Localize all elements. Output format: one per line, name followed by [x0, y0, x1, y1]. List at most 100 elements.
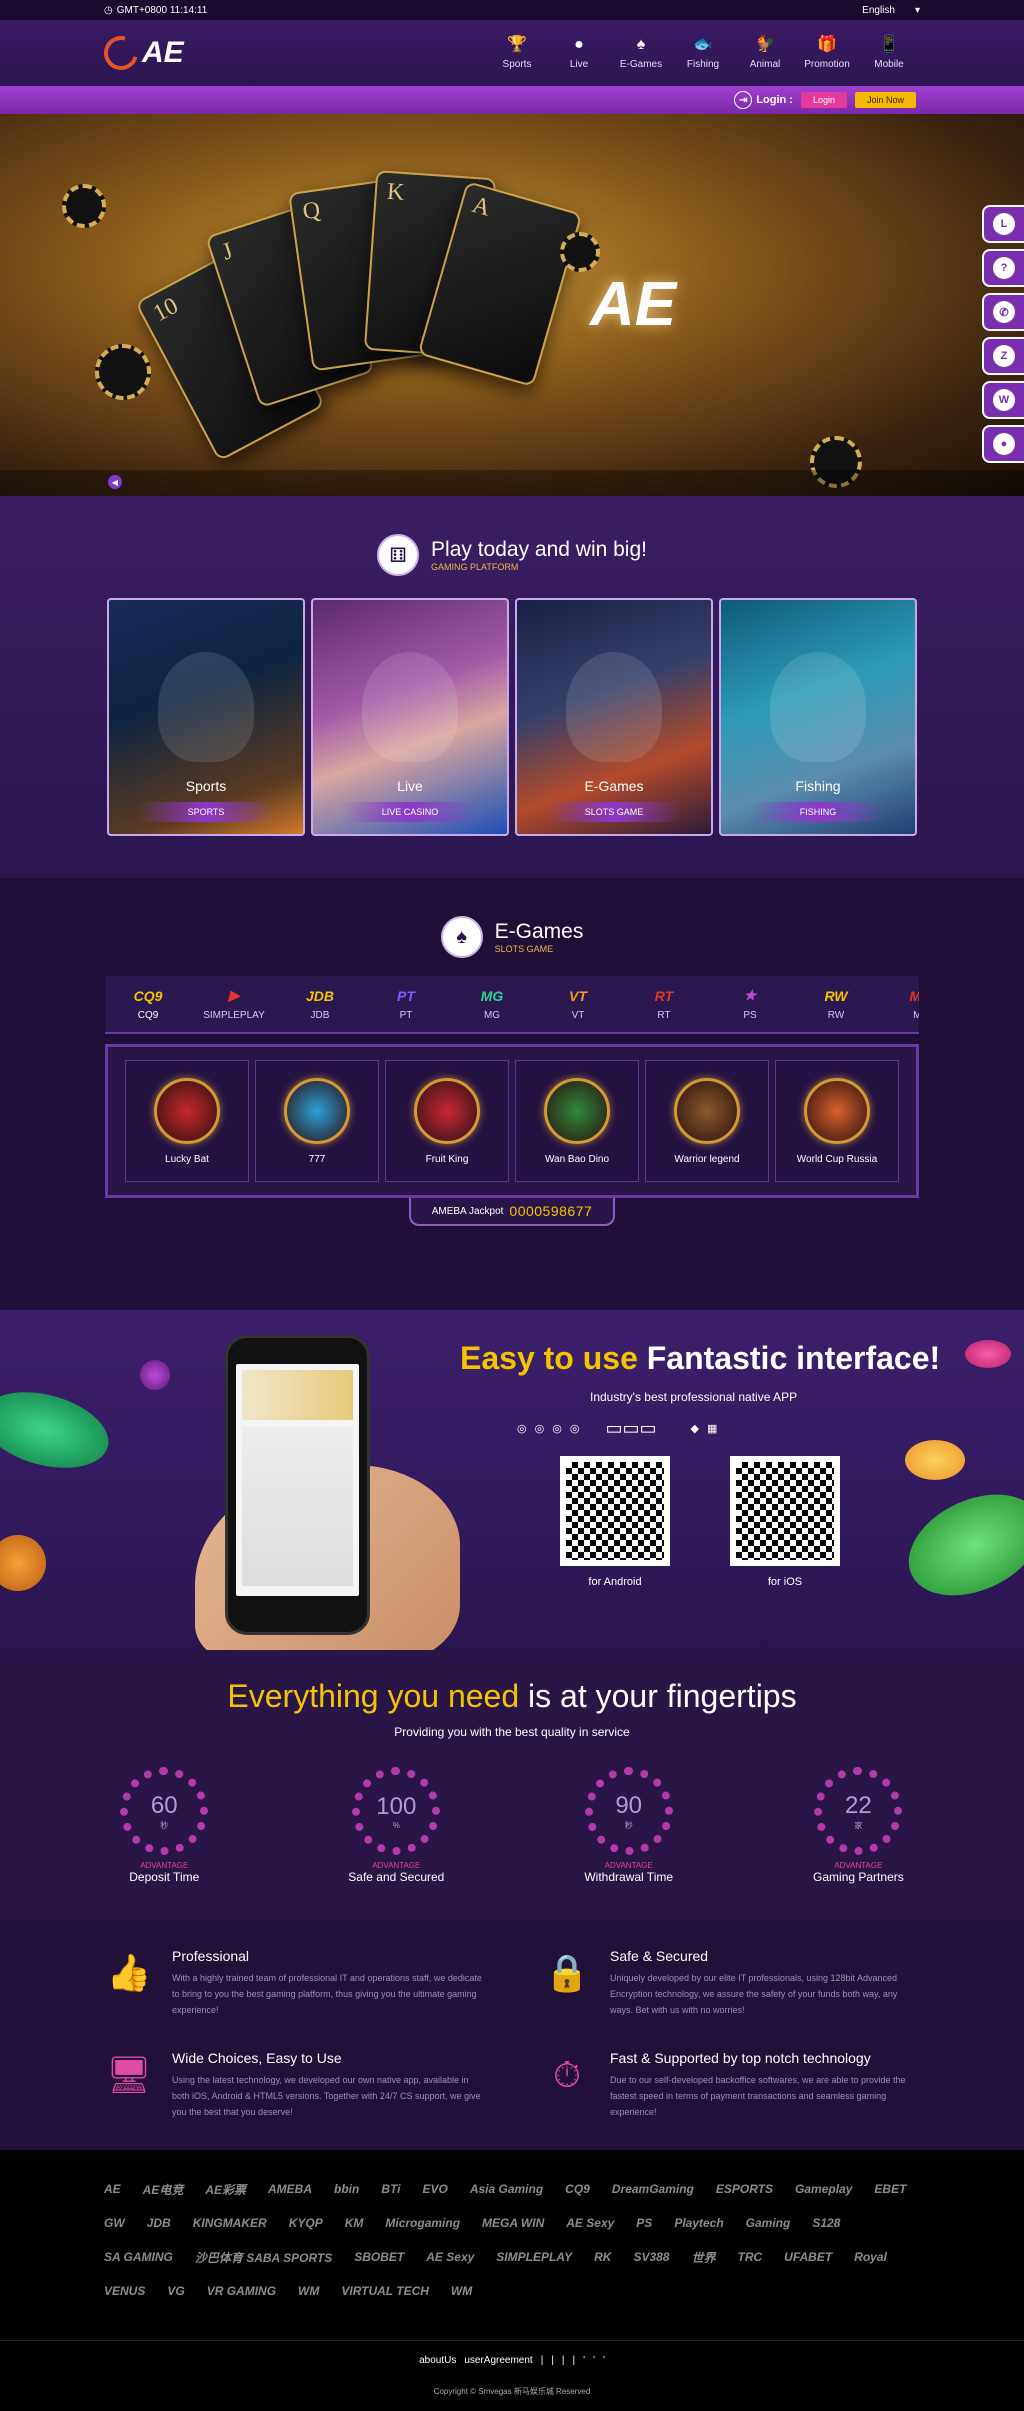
footer-link: '	[602, 2355, 605, 2366]
partner-logo: KM	[344, 2216, 364, 2230]
poker-chip	[0, 1379, 117, 1481]
nav-item-e-games[interactable]: ♠ E-Games	[610, 36, 672, 70]
partner-logo: EVO	[422, 2182, 448, 2196]
android-qr[interactable]: for Android	[560, 1456, 670, 1588]
partner-logo: bbin	[334, 2182, 360, 2196]
footer-link: |	[561, 2355, 565, 2366]
stat-unit: 家	[854, 1820, 863, 1830]
advantage-text: Fast & Supported by top notch technology…	[610, 2050, 920, 2122]
slot-game-card[interactable]: Wan Bao Dino	[515, 1060, 639, 1182]
partner-logo: WM	[298, 2284, 320, 2298]
ios-qr[interactable]: for iOS	[730, 1456, 840, 1588]
provider-logo: ★	[743, 987, 757, 1003]
header: AE 🏆 Sports ● Live ♠ E-Games 🐟 Fishing 🐓 Animal 🎁 P…	[0, 20, 1024, 86]
poker-chip	[95, 344, 151, 400]
chevron-down-icon: ▾	[914, 4, 920, 16]
provider-tab-vt[interactable]: VT VT	[535, 976, 621, 1032]
footer-link[interactable]: aboutUs	[419, 2355, 456, 2366]
provider-tab-pt[interactable]: PT PT	[363, 976, 449, 1032]
advantage-title: Fast & Supported by top notch technology	[610, 2050, 871, 2066]
partner-logo: VG	[167, 2284, 185, 2298]
game-card-sports[interactable]: Sports SPORTS	[107, 598, 305, 836]
lock-icon: 🔒	[544, 1952, 590, 1993]
banner-logo: AE	[590, 270, 677, 339]
float-button[interactable]: ?	[982, 249, 1024, 287]
hero-banner[interactable]: 10 J Q K A AE ◀	[0, 114, 1024, 496]
join-now-button[interactable]: Join Now	[854, 92, 916, 108]
float-button[interactable]: ●	[982, 425, 1024, 463]
partner-logo: EBET	[874, 2182, 907, 2196]
provider-tab-cq9[interactable]: CQ9 CQ9	[105, 976, 191, 1032]
provider-tab-mg[interactable]: MG MG	[449, 976, 535, 1032]
provider-tab-rt[interactable]: RT RT	[621, 976, 707, 1032]
partner-logo: CQ9	[565, 2182, 590, 2196]
platform-icon: ◎	[517, 1423, 527, 1435]
game-card-fishing[interactable]: Fishing FISHING	[719, 598, 917, 836]
windows-icon: ▦	[706, 1423, 718, 1435]
slot-thumbnail	[284, 1077, 350, 1144]
stat-ring: 90 秒	[584, 1767, 673, 1855]
platform-icon: ◎	[569, 1423, 580, 1435]
stat-ring: 100%	[352, 1767, 441, 1855]
partner-logo: AE	[104, 2182, 121, 2196]
partner-logo: KYQP	[288, 2216, 323, 2230]
partner-logo: VR GAMING	[206, 2284, 277, 2298]
jackpot-label: AMEBA Jackpot	[431, 1205, 504, 1217]
partner-logo: AE彩票	[205, 2182, 247, 2197]
language-label: English	[862, 4, 895, 16]
game-card-live[interactable]: Live LIVE CASINO	[311, 598, 509, 836]
float-button[interactable]: L	[982, 205, 1024, 243]
provider-tab-rw[interactable]: RW RW	[793, 976, 879, 1032]
stat-ring: 22 家	[814, 1767, 903, 1855]
stat-label: Withdrawal Time	[584, 1870, 674, 1884]
provider-tab-jdb[interactable]: JDB JDB	[277, 976, 363, 1032]
float-button[interactable]: Z	[982, 337, 1024, 375]
game-art	[362, 652, 458, 762]
advantage-title: Professional	[172, 1948, 250, 1964]
provider-tab-ps[interactable]: ★ PS	[707, 976, 793, 1032]
provider-logo: RW	[824, 987, 848, 1004]
slot-game-card[interactable]: Fruit King	[385, 1060, 509, 1182]
language-select[interactable]: English ▾	[862, 5, 920, 16]
partner-logo: Gaming	[745, 2216, 791, 2230]
nav-item-mobile[interactable]: 📱 Mobile	[858, 36, 920, 70]
game-name: Fishing	[795, 778, 841, 794]
nav-item-fishing[interactable]: 🐟 Fishing	[672, 36, 734, 70]
provider-tabs: CQ9 CQ9 ▶ SIMPLEPLAY JDB JDB PT PT MG MG VT VT RT RT ★…	[105, 976, 919, 1034]
partner-logo: SBOBET	[354, 2250, 405, 2264]
footer-link[interactable]: userAgreement	[464, 2355, 532, 2366]
nav-item-animal[interactable]: 🐓 Animal	[734, 36, 796, 70]
provider-label: CQ9	[137, 1009, 159, 1021]
features-subtitle: Providing you with the best quality in s…	[394, 1725, 630, 1739]
game-card-e-games[interactable]: E-Games SLOTS GAME	[515, 598, 713, 836]
game-sub: LIVE CASINO	[343, 802, 477, 822]
nav-item-promotion[interactable]: 🎁 Promotion	[796, 36, 858, 70]
poker-chip	[560, 232, 600, 272]
login-button[interactable]: Login	[800, 92, 847, 108]
game-name: E-Games	[584, 778, 644, 794]
float-button[interactable]: W	[982, 381, 1024, 419]
slot-game-card[interactable]: World Cup Russia	[775, 1060, 899, 1182]
egames-heading: E-Games	[494, 920, 584, 943]
partner-logo: Playtech	[674, 2216, 724, 2230]
platform-icon: ◎	[534, 1423, 545, 1435]
provider-label: RW	[827, 1009, 845, 1021]
slot-name: 777	[308, 1153, 326, 1165]
slot-game-card[interactable]: 777	[255, 1060, 379, 1182]
slot-name: Warrior legend	[674, 1153, 740, 1165]
float-button[interactable]: ✆	[982, 293, 1024, 331]
slot-game-card[interactable]: Warrior legend	[645, 1060, 769, 1182]
login-label-text: Login :	[756, 94, 793, 106]
nav-item-sports[interactable]: 🏆 Sports	[486, 36, 548, 70]
logo[interactable]: AE	[97, 29, 184, 77]
provider-tab-mw[interactable]: MW MW	[879, 976, 919, 1032]
egames-section: ♠ E-Games SLOTS GAME CQ9 CQ9 ▶ SIMPLEPLAY JD…	[0, 878, 1024, 1310]
partner-logo: SA GAMING	[104, 2250, 173, 2264]
provider-tab-simpleplay[interactable]: ▶ SIMPLEPLAY	[191, 976, 277, 1032]
advantage-title: Safe & Secured	[610, 1948, 709, 1964]
sound-icon[interactable]: ◀	[108, 475, 122, 489]
partner-logo: MEGA WIN	[482, 2216, 545, 2230]
nav-item-live[interactable]: ● Live	[548, 36, 610, 70]
side-contact-bar: L? ✆ Z W ●	[982, 205, 1024, 463]
slot-game-card[interactable]: Lucky Bat	[125, 1060, 249, 1182]
